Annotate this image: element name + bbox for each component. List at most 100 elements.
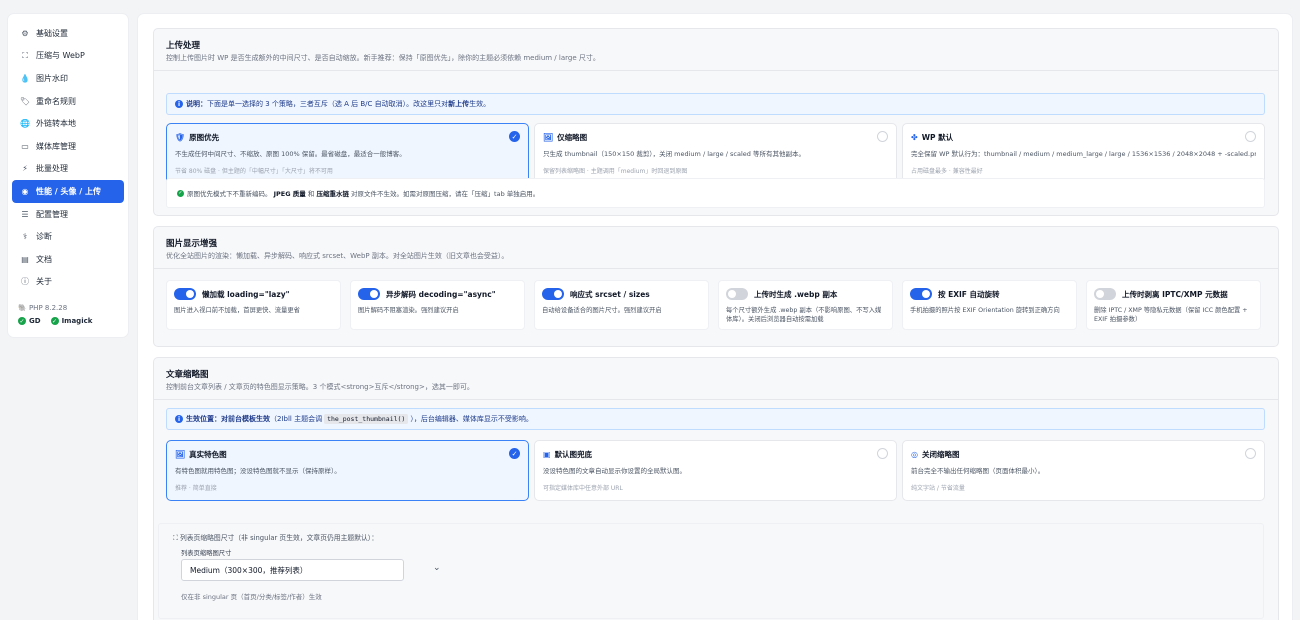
- display-toggle-card-2: 响应式 srcset / sizes 自动给设备适合的图片尺寸。强烈建议开启: [534, 280, 709, 330]
- toggle-desc: 图片进入视口前不加载，首屏更快、流量更省: [174, 307, 300, 314]
- ext-gd: ✓ GD: [18, 317, 41, 325]
- toggle-switch[interactable]: [910, 288, 932, 300]
- sidebar-item-1[interactable]: ⛶ 压缩与 WebP: [12, 45, 124, 68]
- sidebar-item-9[interactable]: ⚕ 诊断: [12, 225, 124, 248]
- select-label: 列表页缩略图尺寸: [181, 550, 232, 557]
- info-strong: 对前台模板生效: [221, 415, 270, 423]
- sidebar-item-6[interactable]: ⚡ 批量处理: [12, 158, 124, 181]
- toggle-switch[interactable]: [1094, 288, 1116, 300]
- image-icon: 🖼: [175, 450, 186, 459]
- sidebar-item-0[interactable]: ⚙ 基础设置: [12, 22, 124, 45]
- toggle-desc: 手机拍摄的照片按 EXIF Orientation 旋转到正确方向: [910, 307, 1060, 314]
- info-banner: i 说明： 下面是单一选择的 3 个策略，三者互斥（选 A 后 B/C 自动取消…: [166, 93, 1265, 115]
- upload-option-card-2[interactable]: ✤ WP 默认 完全保留 WP 默认行为：thumbnail / medium / …: [902, 123, 1265, 184]
- sidebar-item-3[interactable]: 🏷 重命名规则: [12, 90, 124, 113]
- card-desc: 有特色图就用特色图；没设特色图就不显示（保持原样）。: [175, 467, 341, 475]
- info-code: the_post_thumbnail(): [324, 414, 409, 424]
- note-strong: 压缩重水链: [316, 190, 349, 198]
- note-text: 和: [307, 190, 315, 198]
- toggle-label: 异步解码 decoding="async": [386, 289, 496, 299]
- info-text-end: 生效。: [469, 100, 491, 108]
- sidebar-item-label: 重命名规则: [36, 96, 76, 106]
- card-desc: 完全保留 WP 默认行为：thumbnail / medium / medium…: [911, 150, 1256, 158]
- card-title: 关闭缩略图: [921, 450, 960, 459]
- sub-heading-text: 列表页缩略图尺寸（非 singular 页生效，文章页仍用主题默认）：: [179, 534, 378, 542]
- wordpress-icon: ✤: [911, 133, 918, 142]
- ext-imagick: ✓ Imagick: [50, 317, 92, 325]
- sidebar-item-label: 外链转本地: [36, 119, 76, 129]
- droplet-icon: 💧: [20, 73, 30, 83]
- info-icon: i: [175, 100, 183, 108]
- radio-indicator[interactable]: ✓: [509, 448, 520, 459]
- thumb-option-card-2[interactable]: ◎ 关闭缩略图 前台完全不输出任何缩略图（页面体积最小）。 纯文字站 / 节省流量: [902, 440, 1265, 501]
- card-note: 节省 80% 磁盘 · 但主题的「中幅尺寸」「大尺寸」将不可用: [175, 167, 333, 175]
- card-note: 保留列表缩略图 · 主题调用「medium」时回退到原图: [543, 167, 688, 175]
- toggle-label: 响应式 srcset / sizes: [570, 289, 650, 299]
- thumb-option-card-1[interactable]: ▣ 默认图兜底 没设特色图的文章自动显示你设置的全局默认图。 可指定媒体库中任意外部 …: [534, 440, 897, 501]
- sidebar-item-label: 配置管理: [36, 209, 68, 219]
- sidebar-item-11[interactable]: ⓘ 关于: [12, 271, 124, 294]
- section-desc: 控制前台文章列表 / 文章页的特色图显示策略。3 个模式<strong>互斥</…: [166, 383, 474, 391]
- media-icon: ▭: [21, 141, 29, 151]
- sidebar-item-label: 媒体库管理: [36, 141, 76, 151]
- thumb-size-select[interactable]: Medium（300×300，推荐列表）: [181, 559, 404, 581]
- check-icon: ✓: [50, 317, 59, 325]
- divider: [154, 399, 1278, 400]
- list-thumb-size-panel: ⛶ 列表页缩略图尺寸（非 singular 页生效，文章页仍用主题默认）： 列表…: [158, 523, 1264, 619]
- card-note: 占用磁盘最多 · 兼容性最好: [911, 167, 983, 175]
- chevron-down-icon[interactable]: ⌄: [433, 563, 441, 573]
- toggle-desc: 删除 IPTC / XMP 等隐私元数据（保留 ICC 颜色配置 + EXIF …: [1094, 307, 1248, 323]
- info-banner: i 生效位置： 对前台模板生效 （2Ibll 主题会调 the_post_thu…: [166, 408, 1265, 430]
- toggle-desc: 图片解码不阻塞渲染。强烈建议开启: [358, 307, 459, 314]
- sidebar-item-label: 基础设置: [36, 28, 68, 38]
- stethoscope-icon: ⚕: [22, 232, 28, 242]
- section-title: 上传处理: [166, 41, 201, 51]
- radio-indicator[interactable]: ✓: [509, 131, 520, 142]
- radio-indicator[interactable]: [1245, 448, 1256, 459]
- sidebar-item-7[interactable]: ◉ 性能 / 头像 / 上传: [12, 180, 124, 203]
- section-title: 图片显示增强: [166, 239, 218, 249]
- sidebar-item-5[interactable]: ▭ 媒体库管理: [12, 135, 124, 158]
- toggle-switch[interactable]: [542, 288, 564, 300]
- globe-icon: 🌐: [20, 119, 30, 129]
- radio-indicator[interactable]: [877, 448, 888, 459]
- card-title: 仅缩略图: [557, 133, 588, 142]
- section-upload: 上传处理 控制上传图片时 WP 是否生成额外的中间尺寸、是否自动缩放。新手推荐：…: [153, 28, 1279, 216]
- upload-option-card-1[interactable]: 🖼 仅缩略图 只生成 thumbnail（150×150 裁剪），关闭 medium…: [534, 123, 897, 184]
- divider: [154, 268, 1278, 269]
- env-info: 🐘 PHP 8.2.28 ✓ GD ✓ Imagick: [18, 304, 92, 325]
- toggle-label: 上传时生成 .webp 副本: [754, 289, 838, 299]
- select-value: Medium（300×300，推荐列表）: [190, 565, 308, 575]
- info-icon: ⓘ: [21, 277, 29, 287]
- sidebar: ⚙ 基础设置 ⛶ 压缩与 WebP 💧 图片水印 🏷 重命名规则 🌐 外链转本地 ▭ 媒体库管理 ⚡ 批量…: [8, 14, 128, 337]
- sidebar-item-4[interactable]: 🌐 外链转本地: [12, 112, 124, 135]
- section-desc: 优化全站图片的渲染：懒加载、异步解码、响应式 srcset、WebP 副本。对全…: [166, 252, 509, 260]
- toggle-desc: 自动给设备适合的图片尺寸。强烈建议开启: [542, 307, 662, 314]
- sidebar-item-10[interactable]: ▤ 文档: [12, 248, 124, 271]
- card-desc: 不生成任何中间尺寸、不缩放、原图 100% 保留。最省磁盘，最适合一般博客。: [175, 150, 406, 158]
- sidebar-item-2[interactable]: 💧 图片水印: [12, 67, 124, 90]
- resize-icon: ⛶: [173, 534, 178, 542]
- thumb-option-card-0[interactable]: 🖼 真实特色图 有特色图就用特色图；没设特色图就不显示（保持原样）。 推荐 · 简单直…: [166, 440, 529, 501]
- select-hint: 仅在非 singular 页（首页/分类/标签/作者）生效: [181, 593, 322, 601]
- compress-icon: ⛶: [22, 50, 28, 60]
- upload-option-card-0[interactable]: 🛡 原图优先 不生成任何中间尺寸、不缩放、原图 100% 保留。最省磁盘，最适合一般…: [166, 123, 529, 184]
- card-title: 原图优先: [189, 133, 220, 142]
- toggle-switch[interactable]: [174, 288, 196, 300]
- section-desc: 控制上传图片时 WP 是否生成额外的中间尺寸、是否自动缩放。新手推荐：保持「原图…: [166, 54, 600, 62]
- toggle-switch[interactable]: [726, 288, 748, 300]
- card-desc: 没设特色图的文章自动显示你设置的全局默认图。: [543, 467, 686, 475]
- sidebar-item-label: 批量处理: [36, 164, 68, 174]
- card-note: 可指定媒体库中任意外部 URL: [543, 484, 623, 492]
- divider: [154, 70, 1278, 71]
- radio-indicator[interactable]: [1245, 131, 1256, 142]
- display-toggle-card-1: 异步解码 decoding="async" 图片解码不阻塞渲染。强烈建议开启: [350, 280, 525, 330]
- info-text: （2Ibll 主题会调: [270, 415, 323, 423]
- main-content: 上传处理 控制上传图片时 WP 是否生成额外的中间尺寸、是否自动缩放。新手推荐：…: [138, 14, 1292, 620]
- toggle-switch[interactable]: [358, 288, 380, 300]
- sidebar-item-8[interactable]: ☰ 配置管理: [12, 203, 124, 226]
- radio-indicator[interactable]: [877, 131, 888, 142]
- display-toggle-card-4: 按 EXIF 自动旋转 手机拍摄的照片按 EXIF Orientation 旋转到…: [902, 280, 1077, 330]
- sidebar-item-label: 性能 / 头像 / 上传: [36, 186, 101, 196]
- ext-gd-label: GD: [29, 317, 41, 325]
